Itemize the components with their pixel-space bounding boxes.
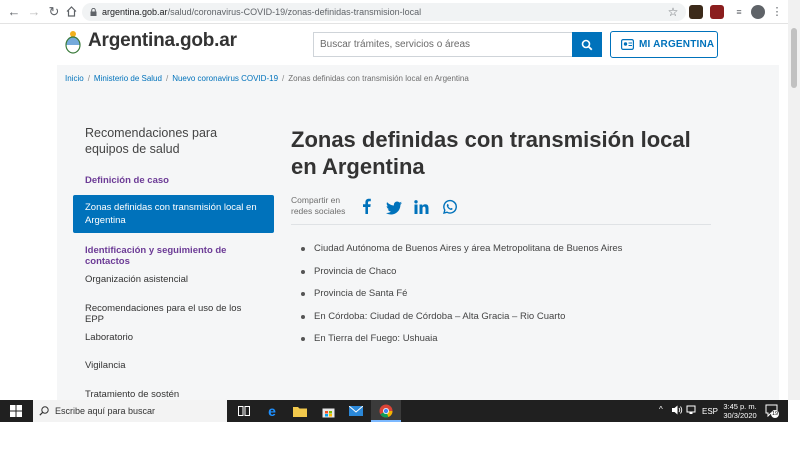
blank-area xyxy=(0,422,800,453)
coat-of-arms-icon[interactable] xyxy=(64,30,82,54)
site-header: Argentina.gob.ar MI ARGENTINA xyxy=(0,24,788,65)
forward-icon[interactable]: → xyxy=(26,4,42,20)
page-scrollbar[interactable] xyxy=(788,0,800,400)
chevron-up-icon[interactable]: ^ xyxy=(659,405,663,414)
mi-argentina-label: MI ARGENTINA xyxy=(639,39,715,50)
kebab-menu-icon[interactable]: ⋮ xyxy=(770,5,784,19)
sidebar-item-tratamiento-de-sosten[interactable]: Tratamiento de sostén xyxy=(73,389,274,400)
sidebar-item-identificacion-contactos[interactable]: Identificación y seguimiento de contacto… xyxy=(73,245,274,267)
twitter-icon[interactable] xyxy=(386,200,402,216)
extension-icon[interactable] xyxy=(689,5,703,19)
url-path: /salud/coronavirus-COVID-19/zonas-defini… xyxy=(167,7,422,17)
search-icon xyxy=(39,406,49,416)
notifications-icon[interactable]: 19 xyxy=(765,404,779,419)
id-card-icon xyxy=(621,39,634,50)
list-item: Ciudad Autónoma de Buenos Aires y área M… xyxy=(301,243,721,266)
search-icon xyxy=(581,39,593,50)
clock-date: 30/3/2020 xyxy=(723,411,757,420)
extension-icon[interactable] xyxy=(710,5,724,19)
mail-icon[interactable] xyxy=(348,403,364,419)
sidebar-title: Recomendaciones para equipos de salud xyxy=(85,126,218,156)
windows-start-icon[interactable] xyxy=(10,405,22,417)
breadcrumb-ministerio-de-salud[interactable]: Ministerio de Salud xyxy=(94,74,162,83)
home-icon[interactable] xyxy=(63,4,79,20)
breadcrumb-coronavirus[interactable]: Nuevo coronavirus COVID-19 xyxy=(172,74,278,83)
search-input[interactable] xyxy=(313,32,572,57)
share-label: Compartir en redes sociales xyxy=(291,195,346,216)
linkedin-icon[interactable] xyxy=(414,199,429,215)
address-bar[interactable]: argentina.gob.ar/salud/coronavirus-COVID… xyxy=(82,3,686,21)
extension-icon[interactable]: ≡ xyxy=(732,5,746,19)
edge-icon[interactable]: e xyxy=(264,403,280,419)
sidebar-item-vigilancia[interactable]: Vigilancia xyxy=(73,360,274,371)
sidebar-item-definicion-de-caso[interactable]: Definición de caso xyxy=(73,175,274,186)
file-explorer-icon[interactable] xyxy=(292,403,308,419)
divider xyxy=(291,224,711,225)
store-icon[interactable] xyxy=(320,403,336,419)
facebook-icon[interactable] xyxy=(362,198,371,214)
page-title: Zonas definidas con transmisión local en… xyxy=(291,127,691,179)
mi-argentina-button[interactable]: MI ARGENTINA xyxy=(610,31,718,58)
whatsapp-icon[interactable] xyxy=(442,199,457,215)
web-page: Argentina.gob.ar MI ARGENTINA Inicio/Min… xyxy=(0,24,788,400)
list-item: En Tierra del Fuego: Ushuaia xyxy=(301,333,721,356)
main-content: Inicio / Ministerio de Salud / Nuevo coronav… xyxy=(57,65,779,400)
notification-count-badge: 19 xyxy=(771,410,779,418)
breadcrumb-separator: / xyxy=(282,74,285,83)
taskbar-clock[interactable]: 3:45 p. m. 30/3/2020 xyxy=(720,402,760,420)
star-icon[interactable]: ☆ xyxy=(666,5,680,19)
scrollbar-thumb[interactable] xyxy=(791,28,797,88)
taskbar-search-text: Escribe aquí para buscar xyxy=(55,406,156,416)
list-item: Provincia de Chaco xyxy=(301,266,721,289)
taskbar-search-box[interactable]: Escribe aquí para buscar xyxy=(33,400,227,422)
breadcrumb: Inicio / Ministerio de Salud / Nuevo coronav… xyxy=(65,74,469,83)
network-icon[interactable] xyxy=(686,405,696,417)
clock-time: 3:45 p. m. xyxy=(723,402,757,411)
volume-icon[interactable] xyxy=(672,405,683,417)
sidebar-item-organizacion-asistencial[interactable]: Organización asistencial xyxy=(73,274,274,285)
browser-toolbar: ← → ↻ argentina.gob.ar/salud/coronavirus… xyxy=(0,0,788,24)
task-view-icon[interactable] xyxy=(236,403,252,419)
list-item: En Córdoba: Ciudad de Córdoba – Alta Gra… xyxy=(301,311,721,334)
breadcrumb-current: Zonas definidas con transmisión local en… xyxy=(288,74,469,83)
profile-icon[interactable] xyxy=(751,5,765,19)
reload-icon[interactable]: ↻ xyxy=(46,4,62,20)
url-host: argentina.gob.ar xyxy=(102,7,168,17)
zones-list: Ciudad Autónoma de Buenos Aires y área M… xyxy=(301,243,721,356)
list-item: Provincia de Santa Fé xyxy=(301,288,721,311)
sidebar-item-laboratorio[interactable]: Laboratorio xyxy=(73,332,274,343)
site-logo-text[interactable]: Argentina.gob.ar xyxy=(88,30,237,52)
search-button[interactable] xyxy=(572,32,602,57)
windows-taskbar: Escribe aquí para buscar e ^ ESP 3:45 p.… xyxy=(0,400,788,422)
screen: ← → ↻ argentina.gob.ar/salud/coronavirus… xyxy=(0,0,800,453)
chrome-icon[interactable] xyxy=(378,403,394,419)
breadcrumb-inicio[interactable]: Inicio xyxy=(65,74,84,83)
lock-icon xyxy=(90,8,97,16)
language-indicator[interactable]: ESP xyxy=(702,407,718,416)
back-icon[interactable]: ← xyxy=(6,4,22,20)
sidebar-item-zonas-transmision-local[interactable]: Zonas definidas con transmisión local en… xyxy=(73,195,274,233)
breadcrumb-separator: / xyxy=(165,74,169,83)
breadcrumb-separator: / xyxy=(87,74,90,83)
sidebar-item-uso-epp[interactable]: Recomendaciones para el uso de los EPP xyxy=(73,303,274,325)
